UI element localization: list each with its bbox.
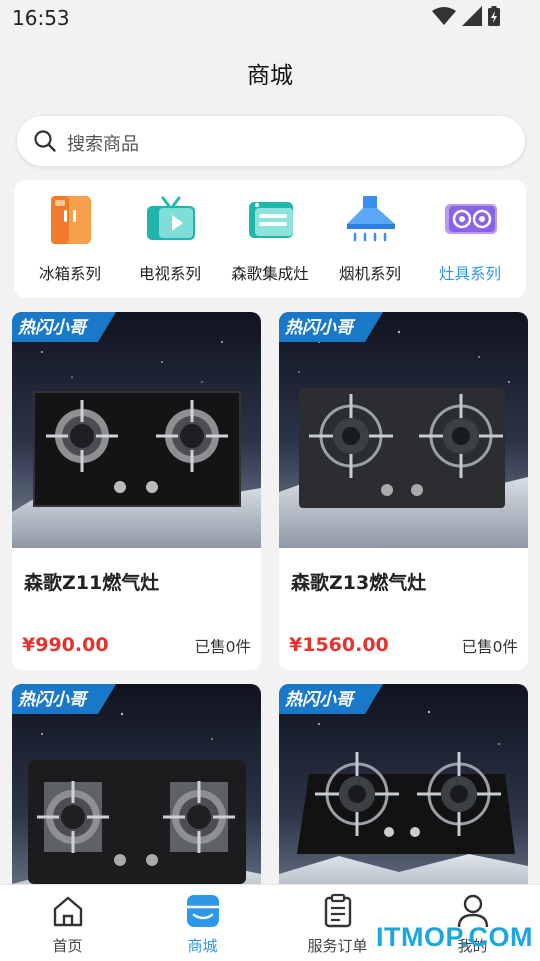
category-integrated-stove[interactable]: 森歌集成灶 <box>220 180 320 298</box>
category-range-hood[interactable]: 烟机系列 <box>320 180 420 298</box>
tv-icon <box>147 196 195 240</box>
product-image <box>12 312 261 548</box>
clipboard-icon <box>324 893 351 928</box>
nav-item-home[interactable]: 首页 <box>0 885 135 961</box>
search-input[interactable]: 搜索商品 <box>17 116 525 166</box>
product-card[interactable]: 热闪小哥 森歌Z13燃气灶 ¥1560.00 已售0件 <box>279 312 528 670</box>
promo-badge-text: 热闪小哥 <box>18 318 86 338</box>
status-icons <box>432 6 500 26</box>
home-icon <box>53 896 82 927</box>
battery-icon <box>488 6 500 26</box>
product-sold: 已售0件 <box>194 638 251 656</box>
promo-badge-text: 热闪小哥 <box>285 690 353 710</box>
product-name: 森歌Z11燃气灶 <box>24 572 160 594</box>
product-card[interactable]: 热闪小哥 森歌Z11燃气灶 ¥990.00 已售0件 <box>12 312 261 670</box>
nav-label: 首页 <box>52 937 83 955</box>
fridge-icon <box>51 196 91 244</box>
category-tv[interactable]: 电视系列 <box>120 180 220 298</box>
search-icon <box>34 130 56 152</box>
store-icon <box>186 895 219 927</box>
title-bar: 商城 <box>0 36 540 102</box>
watermark: ITMOP.COM <box>376 922 534 952</box>
category-label: 森歌集成灶 <box>231 265 309 283</box>
category-fridge[interactable]: 冰箱系列 <box>20 180 120 298</box>
product-image <box>12 684 261 894</box>
wifi-icon <box>432 7 456 25</box>
category-label: 烟机系列 <box>338 265 401 283</box>
product-card[interactable]: 热闪小哥 <box>279 684 528 894</box>
status-bar: 16:53 <box>0 0 540 36</box>
category-panel: 冰箱系列 电视系列 森歌集成灶 烟机系列 灶具系列 <box>14 180 526 298</box>
category-label: 冰箱系列 <box>38 265 101 283</box>
product-price: ¥990.00 <box>22 634 109 656</box>
promo-badge-text: 热闪小哥 <box>18 690 86 710</box>
status-time: 16:53 <box>12 6 70 30</box>
category-label: 电视系列 <box>138 265 201 283</box>
integrated-stove-icon <box>249 202 293 238</box>
product-card[interactable]: 热闪小哥 <box>12 684 261 894</box>
promo-badge-text: 热闪小哥 <box>285 318 353 338</box>
cooktop-icon <box>445 204 497 234</box>
category-label: 灶具系列 <box>438 265 501 283</box>
nav-label: 商城 <box>187 937 218 955</box>
product-price: ¥1560.00 <box>289 634 389 656</box>
nav-item-store[interactable]: 商城 <box>135 885 270 961</box>
range-hood-icon <box>347 196 395 242</box>
page-title: 商城 <box>247 63 293 89</box>
product-image <box>279 312 528 548</box>
signal-icon <box>462 6 482 26</box>
search-placeholder: 搜索商品 <box>67 134 139 155</box>
product-image <box>279 684 528 894</box>
product-name: 森歌Z13燃气灶 <box>291 572 427 594</box>
product-sold: 已售0件 <box>461 638 518 656</box>
category-cooktop[interactable]: 灶具系列 <box>420 180 520 298</box>
